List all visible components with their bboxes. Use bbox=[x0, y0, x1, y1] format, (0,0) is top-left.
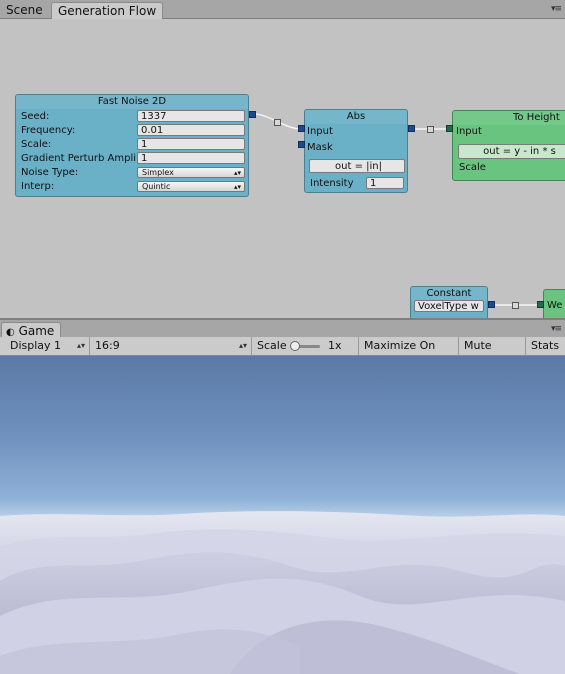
panel-menu-icon[interactable]: ▾≡ bbox=[551, 324, 562, 334]
display-value: Display 1 bbox=[10, 339, 62, 352]
to-height-input-port[interactable] bbox=[446, 125, 453, 132]
node-fast-noise-2d[interactable]: Fast Noise 2D Seed: 1337 Frequency: 0.01… bbox=[15, 94, 249, 197]
constant-value-field[interactable]: VoxelType w bbox=[414, 300, 484, 312]
node-title: Constant bbox=[411, 287, 487, 301]
node-title: Fast Noise 2D bbox=[16, 95, 248, 109]
noise-type-label: Noise Type: bbox=[21, 167, 79, 178]
interp-dropdown[interactable]: Quintic ▴▾ bbox=[137, 181, 245, 192]
interp-label: Interp: bbox=[21, 181, 55, 192]
game-viewport[interactable] bbox=[0, 356, 565, 674]
frequency-label: Frequency: bbox=[21, 125, 76, 136]
dropdown-arrow-icon: ▴▾ bbox=[238, 341, 247, 350]
scale-control: Scale 1x bbox=[252, 337, 359, 355]
to-height-input-label: Input bbox=[456, 126, 482, 137]
mute-audio-toggle[interactable]: Mute Audio bbox=[459, 337, 526, 370]
wire-reroute-knot[interactable] bbox=[427, 126, 434, 133]
tab-game-label: Game bbox=[18, 324, 55, 338]
node-abs[interactable]: Abs Input Mask out = |in| Intensity 1 bbox=[304, 109, 408, 193]
game-toolbar: Display 1 ▴▾ 16:9 ▴▾ Scale 1x Maximize O… bbox=[0, 337, 565, 370]
panel-menu-icon[interactable]: ▾≡ bbox=[551, 4, 562, 14]
wire-reroute-knot[interactable] bbox=[274, 119, 281, 126]
scale-label: Scale bbox=[257, 339, 287, 352]
node-title: To Height bbox=[453, 111, 565, 125]
node-weight[interactable]: We bbox=[543, 289, 565, 318]
node-to-height[interactable]: To Height Input out = y - in * s Scale bbox=[452, 110, 565, 181]
scale-field[interactable]: 1 bbox=[137, 138, 245, 150]
noise-type-dropdown[interactable]: Simplex ▴▾ bbox=[137, 167, 245, 178]
constant-output-port[interactable] bbox=[488, 301, 495, 308]
dropdown-arrow-icon: ▴▾ bbox=[233, 169, 241, 177]
abs-mask-port[interactable] bbox=[298, 141, 305, 148]
scale-label: Scale: bbox=[21, 139, 52, 150]
node-constant[interactable]: Constant VoxelType w bbox=[410, 286, 488, 318]
abs-input-label: Input bbox=[307, 126, 333, 137]
weight-input-port[interactable] bbox=[537, 301, 544, 308]
aspect-ratio-value: 16:9 bbox=[95, 339, 120, 352]
to-height-scale-label: Scale bbox=[459, 162, 486, 173]
scale-slider-thumb[interactable] bbox=[290, 341, 300, 351]
node-graph-canvas[interactable]: Fast Noise 2D Seed: 1337 Frequency: 0.01… bbox=[0, 19, 565, 318]
interp-value: Quintic bbox=[142, 182, 171, 191]
maximize-on-play-toggle[interactable]: Maximize On Play bbox=[359, 337, 459, 370]
aspect-ratio-dropdown[interactable]: 16:9 ▴▾ bbox=[90, 337, 252, 355]
gradient-perturb-label: Gradient Perturb Ampli bbox=[21, 153, 137, 164]
tab-scene[interactable]: Scene bbox=[0, 2, 49, 19]
terrain-render bbox=[0, 511, 565, 674]
abs-input-port[interactable] bbox=[298, 125, 305, 132]
wire-reroute-knot[interactable] bbox=[512, 302, 519, 309]
node-title: Abs bbox=[305, 110, 407, 124]
noise-type-value: Simplex bbox=[142, 168, 174, 177]
stats-toggle[interactable]: Stats bbox=[526, 337, 565, 355]
scale-value: 1x bbox=[328, 339, 342, 352]
tab-generation-flow[interactable]: Generation Flow bbox=[51, 2, 164, 19]
display-dropdown[interactable]: Display 1 ▴▾ bbox=[5, 337, 90, 355]
dropdown-arrow-icon: ▴▾ bbox=[76, 341, 85, 350]
to-height-formula: out = y - in * s bbox=[458, 144, 565, 159]
fast-noise-output-port[interactable] bbox=[249, 111, 256, 118]
intensity-field[interactable]: 1 bbox=[366, 177, 404, 189]
abs-mask-label: Mask bbox=[307, 142, 333, 153]
abs-formula: out = |in| bbox=[309, 159, 405, 173]
gradient-perturb-field[interactable]: 1 bbox=[137, 152, 245, 164]
intensity-label: Intensity bbox=[310, 178, 354, 189]
seed-label: Seed: bbox=[21, 111, 50, 122]
frequency-field[interactable]: 0.01 bbox=[137, 124, 245, 136]
dropdown-arrow-icon: ▴▾ bbox=[233, 183, 241, 191]
game-tab-bar: ◐ Game ▾≡ bbox=[0, 318, 565, 339]
abs-output-port[interactable] bbox=[408, 125, 415, 132]
seed-field[interactable]: 1337 bbox=[137, 110, 245, 122]
window-tab-bar: Scene Generation Flow ▾≡ bbox=[0, 0, 565, 19]
weight-node-title: We bbox=[547, 300, 563, 311]
